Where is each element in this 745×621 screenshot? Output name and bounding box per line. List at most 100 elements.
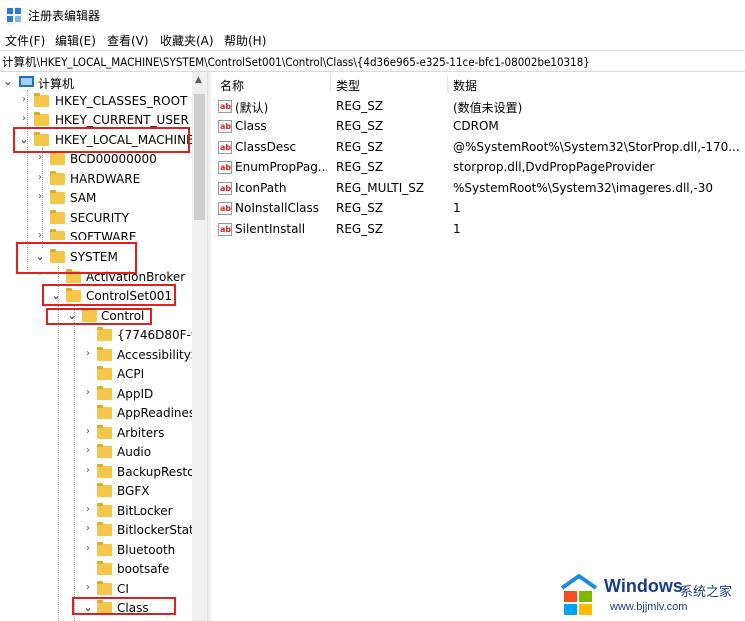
value-name: (默认) <box>235 101 269 115</box>
chevron-right-icon[interactable]: › <box>34 152 46 163</box>
values-list[interactable]: 名称 类型 数据 ab (默认) REG_SZ (数值未设置) ab Class… <box>211 72 745 621</box>
chevron-right-icon[interactable]: › <box>82 523 94 534</box>
computer-icon <box>19 76 34 87</box>
value-row[interactable]: ab (默认) REG_SZ (数值未设置) <box>211 97 745 117</box>
column-header-data[interactable]: 数据 <box>453 77 477 94</box>
column-divider[interactable] <box>330 75 331 92</box>
chevron-right-icon[interactable]: › <box>82 582 94 593</box>
tree-node-label: BGFX <box>117 484 150 498</box>
tree-node-control-child[interactable]: › AppID <box>0 385 192 405</box>
menu-file[interactable]: 文件(F) <box>5 32 45 49</box>
tree-node-control-child[interactable]: bootsafe <box>0 560 192 580</box>
tree-node-control-child[interactable]: › BackupResto <box>0 463 192 483</box>
tree-node-control-child[interactable]: ACPI <box>0 365 192 385</box>
value-name: IconPath <box>235 181 287 195</box>
value-type: REG_SZ <box>336 222 384 236</box>
menu-edit[interactable]: 编辑(E) <box>55 32 96 49</box>
value-type: REG_MULTI_SZ <box>336 181 425 195</box>
chevron-right-icon[interactable]: › <box>82 348 94 359</box>
menu-help[interactable]: 帮助(H) <box>224 32 266 49</box>
value-row[interactable]: ab Class REG_SZ CDROM <box>211 117 745 137</box>
tree-node-control-child[interactable]: › AccessibilityS <box>0 346 192 366</box>
chevron-right-icon[interactable]: › <box>18 113 30 124</box>
value-name: EnumPropPag... <box>235 160 327 174</box>
tree-node-software[interactable]: › SOFTWARE <box>0 228 192 240</box>
folder-icon <box>34 112 49 126</box>
tree-pane[interactable]: ⌄ 计算机 › HKEY_CLASSES_ROOT › HKEY_CURRENT… <box>0 72 192 621</box>
tree-node-control-child[interactable]: BGFX <box>0 482 192 502</box>
chevron-right-icon[interactable]: › <box>82 445 94 456</box>
chevron-right-icon[interactable]: › <box>34 191 46 202</box>
tree-node-control-child[interactable]: AppReadines <box>0 404 192 424</box>
folder-icon <box>97 581 112 595</box>
tree-node-hardware[interactable]: › HARDWARE <box>0 170 192 190</box>
tree-node-label: AccessibilityS <box>117 348 192 362</box>
value-row[interactable]: ab EnumPropPag... REG_SZ storprop.dll,Dv… <box>211 158 745 178</box>
tree-node-label: Audio <box>117 445 152 459</box>
tree-node-label: BitLocker <box>117 504 173 518</box>
tree-node-label: HKEY_CLASSES_ROOT <box>55 94 188 108</box>
title-bar: 注册表编辑器 <box>0 0 745 30</box>
windows-logo-icon <box>560 574 598 615</box>
folder-icon <box>34 93 49 107</box>
tree-node-computer[interactable]: ⌄ 计算机 <box>0 73 192 93</box>
tree-node-label: Bluetooth <box>117 543 176 557</box>
tree-node-security[interactable]: SECURITY <box>0 209 192 229</box>
chevron-right-icon[interactable]: › <box>34 172 46 183</box>
tree-node-control-child[interactable]: › Audio <box>0 443 192 463</box>
tree-node-control-child[interactable]: › BitlockerStat <box>0 521 192 541</box>
value-data: (数值未设置) <box>453 101 523 115</box>
menu-favorites[interactable]: 收藏夹(A) <box>160 32 214 49</box>
chevron-right-icon[interactable]: › <box>82 543 94 554</box>
column-header-name[interactable]: 名称 <box>220 77 244 94</box>
column-header-type[interactable]: 类型 <box>336 77 360 94</box>
value-row[interactable]: ab NoInstallClass REG_SZ 1 <box>211 199 745 219</box>
folder-icon <box>97 522 112 536</box>
string-value-icon: ab <box>218 182 232 195</box>
tree-node-label: HKEY_CURRENT_USER <box>55 113 189 127</box>
scrollbar-thumb[interactable] <box>194 94 205 220</box>
value-data: 1 <box>453 222 461 236</box>
tree-node-control-child[interactable]: {7746D80F-97 <box>0 326 192 346</box>
tree-node-label: 计算机 <box>38 77 75 91</box>
chevron-down-icon[interactable]: ⌄ <box>2 75 14 88</box>
tree-node-label: HARDWARE <box>70 172 141 186</box>
folder-icon <box>97 405 112 419</box>
folder-icon <box>50 171 65 185</box>
tree-node-control-child[interactable]: › Bluetooth <box>0 541 192 561</box>
chevron-right-icon[interactable]: › <box>82 504 94 515</box>
menu-view[interactable]: 查看(V) <box>107 32 149 49</box>
tree-node-control-child[interactable]: › BitLocker <box>0 502 192 522</box>
chevron-right-icon[interactable]: › <box>82 465 94 476</box>
value-name: NoInstallClass <box>235 201 320 215</box>
tree-node-control-child[interactable]: › Arbiters <box>0 424 192 444</box>
value-row[interactable]: ab IconPath REG_MULTI_SZ %SystemRoot%\Sy… <box>211 179 745 199</box>
scroll-up-icon[interactable]: ▲ <box>195 76 202 85</box>
value-data: 1 <box>453 201 461 215</box>
value-row[interactable]: ab ClassDesc REG_SZ @%SystemRoot%\System… <box>211 138 745 158</box>
folder-icon <box>97 347 112 361</box>
folder-icon <box>50 210 65 224</box>
value-type: REG_SZ <box>336 99 384 113</box>
chevron-right-icon[interactable]: › <box>18 94 30 105</box>
folder-icon <box>50 151 65 165</box>
chevron-right-icon[interactable]: › <box>34 230 46 240</box>
folder-icon <box>97 464 112 478</box>
folder-icon <box>97 503 112 517</box>
tree-node-sam[interactable]: › SAM <box>0 189 192 209</box>
tree-node-label: Arbiters <box>117 426 165 440</box>
column-divider[interactable] <box>447 75 448 92</box>
tree-node-label: SOFTWARE <box>70 230 137 240</box>
highlight-box-hklm <box>13 127 190 153</box>
tree-node-label: {7746D80F-97 <box>117 328 192 342</box>
highlight-box-class <box>72 597 176 615</box>
tree-node-bcd[interactable]: › BCD00000000 <box>0 150 192 170</box>
watermark-suffix: 系统之家 <box>680 585 733 600</box>
tree-node-hkcr[interactable]: › HKEY_CLASSES_ROOT <box>0 92 192 112</box>
value-row[interactable]: ab SilentInstall REG_SZ 1 <box>211 220 745 240</box>
tree-scrollbar[interactable]: ▲ <box>192 72 207 621</box>
chevron-right-icon[interactable]: › <box>82 387 94 398</box>
address-bar[interactable]: 计算机\HKEY_LOCAL_MACHINE\SYSTEM\ControlSet… <box>0 50 745 72</box>
value-name: Class <box>235 119 267 133</box>
chevron-right-icon[interactable]: › <box>82 426 94 437</box>
